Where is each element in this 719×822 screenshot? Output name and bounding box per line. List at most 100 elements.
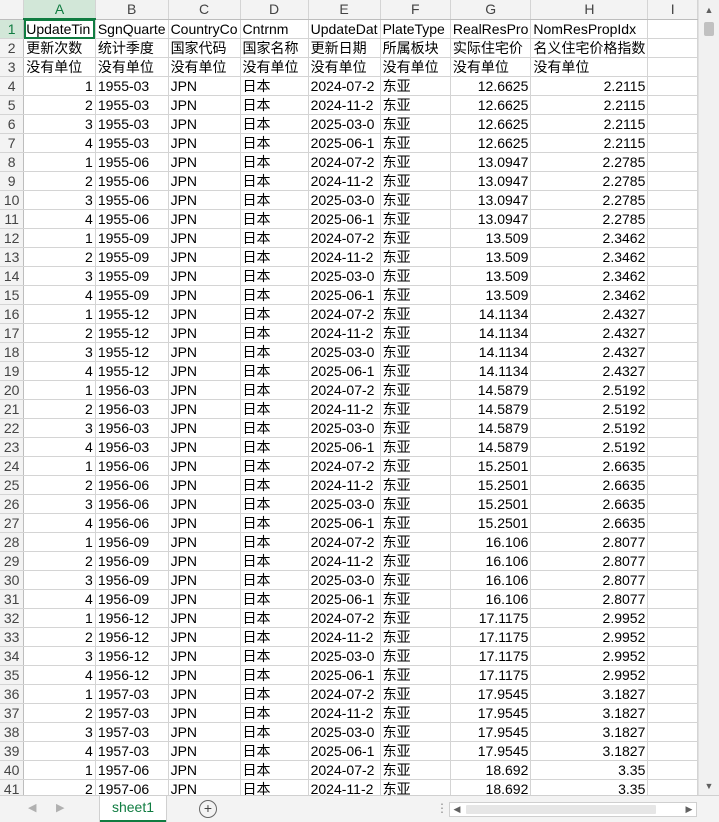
cell[interactable]: 1955-09 [95,228,169,248]
cell[interactable]: 东亚 [380,380,451,400]
cell[interactable]: 1 [23,152,96,172]
cell[interactable]: 东亚 [380,209,451,229]
cell[interactable]: 没有单位 [380,57,451,77]
cell[interactable]: 4 [23,437,96,457]
cell[interactable]: 3 [23,114,96,134]
column-header-f[interactable]: F [380,0,451,20]
row-header[interactable]: 40 [0,760,25,780]
cell[interactable]: 2.2785 [530,209,649,229]
row-header[interactable]: 3 [0,57,25,77]
column-header-c[interactable]: C [168,0,241,20]
cell[interactable]: JPN [168,114,241,134]
cell[interactable]: 日本 [240,266,309,286]
cell[interactable]: JPN [168,209,241,229]
cell[interactable]: 2.3462 [530,285,649,305]
cell[interactable]: 3 [23,266,96,286]
cell[interactable]: 日本 [240,76,309,96]
scroll-left-arrow-icon[interactable]: ◀ [450,803,464,816]
cell[interactable]: 1 [23,684,96,704]
cell[interactable]: 1955-03 [95,95,169,115]
row-header[interactable]: 27 [0,513,25,533]
cell[interactable]: 1956-06 [95,494,169,514]
cell[interactable]: 2.8077 [530,532,649,552]
cell[interactable] [647,76,698,96]
cell[interactable]: 1957-03 [95,741,169,761]
cell[interactable]: 日本 [240,437,309,457]
cell[interactable]: 东亚 [380,266,451,286]
cell[interactable]: 2025-03-0 [308,266,381,286]
cell[interactable]: 2025-03-0 [308,114,381,134]
cell[interactable]: 3 [23,342,96,362]
cell[interactable]: 1 [23,608,96,628]
cell[interactable]: 2025-03-0 [308,190,381,210]
column-header-e[interactable]: E [308,0,381,20]
cell[interactable]: 2.2115 [530,95,649,115]
cell[interactable]: 日本 [240,513,309,533]
cell[interactable] [647,133,698,153]
cell[interactable]: 1955-06 [95,152,169,172]
cell[interactable]: JPN [168,608,241,628]
cell[interactable]: 2024-11-2 [308,247,381,267]
cell[interactable]: UpdateDat [308,19,381,39]
cell[interactable]: 日本 [240,532,309,552]
cell[interactable]: 2.9952 [530,627,649,647]
cell[interactable]: 1956-09 [95,570,169,590]
cell[interactable]: 1955-06 [95,209,169,229]
cell[interactable]: 14.1134 [450,342,532,362]
cell[interactable]: 1955-12 [95,342,169,362]
cell[interactable]: 东亚 [380,190,451,210]
row-header[interactable]: 13 [0,247,25,267]
cell[interactable] [647,285,698,305]
cell[interactable] [647,532,698,552]
cell[interactable] [647,209,698,229]
cell[interactable]: 2024-11-2 [308,703,381,723]
cell[interactable]: JPN [168,646,241,666]
cell[interactable] [647,456,698,476]
cell[interactable]: NomResPropIdx [530,19,649,39]
row-header[interactable]: 19 [0,361,25,381]
cell[interactable]: 2025-06-1 [308,361,381,381]
cell[interactable]: 1956-09 [95,532,169,552]
cell[interactable]: 1 [23,532,96,552]
cell[interactable]: 所属板块 [380,38,451,58]
cell[interactable] [647,741,698,761]
cell[interactable]: 2024-07-2 [308,532,381,552]
cell[interactable]: 2024-07-2 [308,684,381,704]
cell[interactable]: 东亚 [380,608,451,628]
row-header[interactable]: 35 [0,665,25,685]
cell[interactable]: 日本 [240,133,309,153]
cell[interactable]: 2024-07-2 [308,380,381,400]
cell[interactable]: 东亚 [380,152,451,172]
cell[interactable]: 14.5879 [450,418,532,438]
cell[interactable] [647,627,698,647]
row-header[interactable]: 31 [0,589,25,609]
cell[interactable]: 16.106 [450,570,532,590]
cell[interactable]: 1956-12 [95,608,169,628]
cell[interactable]: 日本 [240,741,309,761]
cell[interactable]: 2025-06-1 [308,209,381,229]
cell[interactable] [647,323,698,343]
cell[interactable]: 2025-06-1 [308,589,381,609]
cell[interactable]: 2.2785 [530,171,649,191]
cell[interactable]: 2 [23,627,96,647]
cell[interactable]: 1957-06 [95,779,169,795]
cell[interactable] [647,171,698,191]
cell[interactable]: 4 [23,361,96,381]
vertical-scroll-thumb[interactable] [704,22,714,36]
cell[interactable]: 2 [23,247,96,267]
cell[interactable] [647,513,698,533]
cell[interactable] [647,437,698,457]
cell[interactable]: 东亚 [380,532,451,552]
cell[interactable] [647,38,698,58]
cell[interactable]: JPN [168,247,241,267]
cell[interactable]: 2.9952 [530,646,649,666]
cell[interactable]: 东亚 [380,133,451,153]
cell[interactable]: 14.5879 [450,380,532,400]
cell[interactable]: 2024-07-2 [308,76,381,96]
cell[interactable]: 东亚 [380,741,451,761]
cell[interactable]: 日本 [240,247,309,267]
row-header[interactable]: 23 [0,437,25,457]
cell[interactable]: JPN [168,266,241,286]
cell[interactable]: 东亚 [380,228,451,248]
cell[interactable]: 1956-03 [95,399,169,419]
